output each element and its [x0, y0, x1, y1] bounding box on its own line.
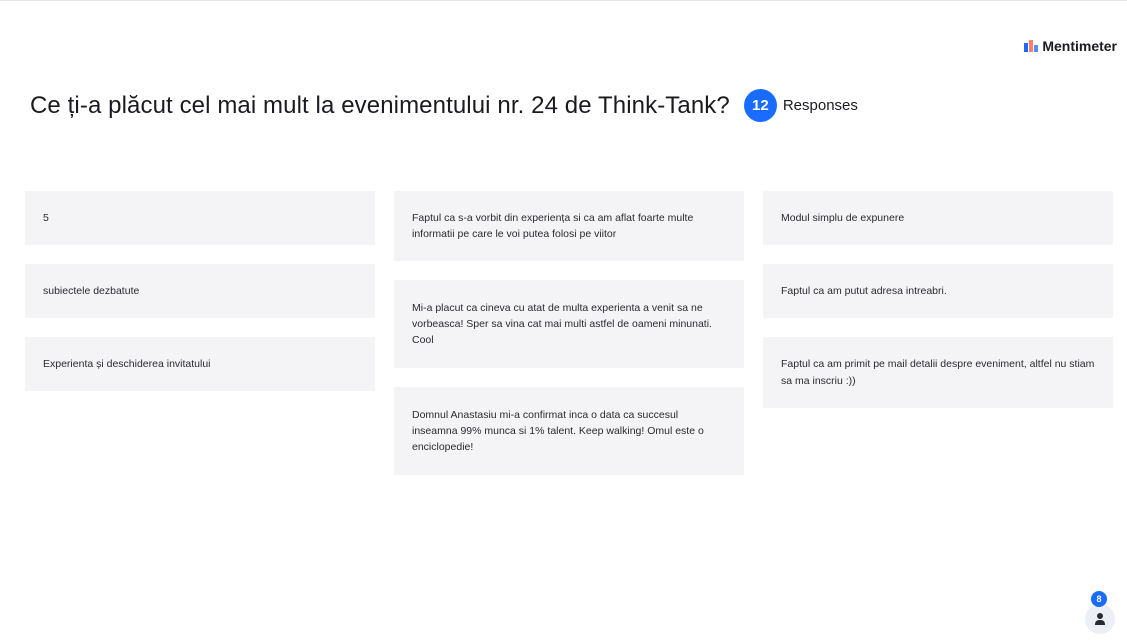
presentation-slide: Mentimeter Ce ți-a plăcut cel mai mult l… — [0, 0, 1127, 642]
brand-logo-group: Mentimeter — [1024, 38, 1117, 54]
response-card: Domnul Anastasiu mi-a confirmat inca o d… — [394, 387, 744, 475]
response-card: Faptul ca am primit pe mail detalii desp… — [763, 337, 1113, 408]
response-text: Domnul Anastasiu mi-a confirmat inca o d… — [412, 408, 704, 454]
response-card: Faptul ca am putut adresa intreabri. — [763, 264, 1113, 318]
brand-name: Mentimeter — [1042, 38, 1117, 54]
response-text: 5 — [43, 211, 49, 224]
response-card: Mi-a placut ca cineva cu atat de multa e… — [394, 280, 744, 368]
audience-count-button[interactable]: 8 — [1085, 591, 1115, 634]
response-card: Experienta și deschiderea invitatului — [25, 337, 375, 391]
response-text: Experienta și deschiderea invitatului — [43, 357, 211, 370]
response-card: Modul simplu de expunere — [763, 191, 1113, 245]
responses-grid: 5 subiectele dezbatute Experienta și des… — [25, 191, 1113, 475]
response-text: subiectele dezbatute — [43, 284, 140, 297]
response-card: Faptul ca s-a vorbit din experiența si c… — [394, 191, 744, 261]
response-text: Faptul ca s-a vorbit din experiența si c… — [412, 211, 694, 240]
response-count-label: Responses — [782, 97, 858, 114]
question-header: Ce ți-a plăcut cel mai mult la eveniment… — [30, 89, 858, 122]
mentimeter-logo-icon — [1024, 40, 1039, 52]
responses-column-1: 5 subiectele dezbatute Experienta și des… — [25, 191, 375, 475]
response-text: Faptul ca am putut adresa intreabri. — [781, 284, 947, 297]
response-text: Modul simplu de expunere — [781, 211, 905, 224]
response-text: Mi-a placut ca cineva cu atat de multa e… — [412, 301, 712, 347]
response-card: subiectele dezbatute — [25, 264, 375, 318]
responses-column-3: Modul simplu de expunere Faptul ca am pu… — [763, 191, 1113, 475]
response-card: 5 — [25, 191, 375, 245]
question-title: Ce ți-a plăcut cel mai mult la eveniment… — [30, 91, 730, 119]
response-text: Faptul ca am primit pe mail detalii desp… — [781, 358, 1095, 387]
response-count-badge: 12 — [743, 89, 777, 122]
person-icon — [1095, 613, 1105, 625]
audience-count-badge: 8 — [1091, 591, 1107, 607]
responses-column-2: Faptul ca s-a vorbit din experiența si c… — [394, 191, 744, 475]
